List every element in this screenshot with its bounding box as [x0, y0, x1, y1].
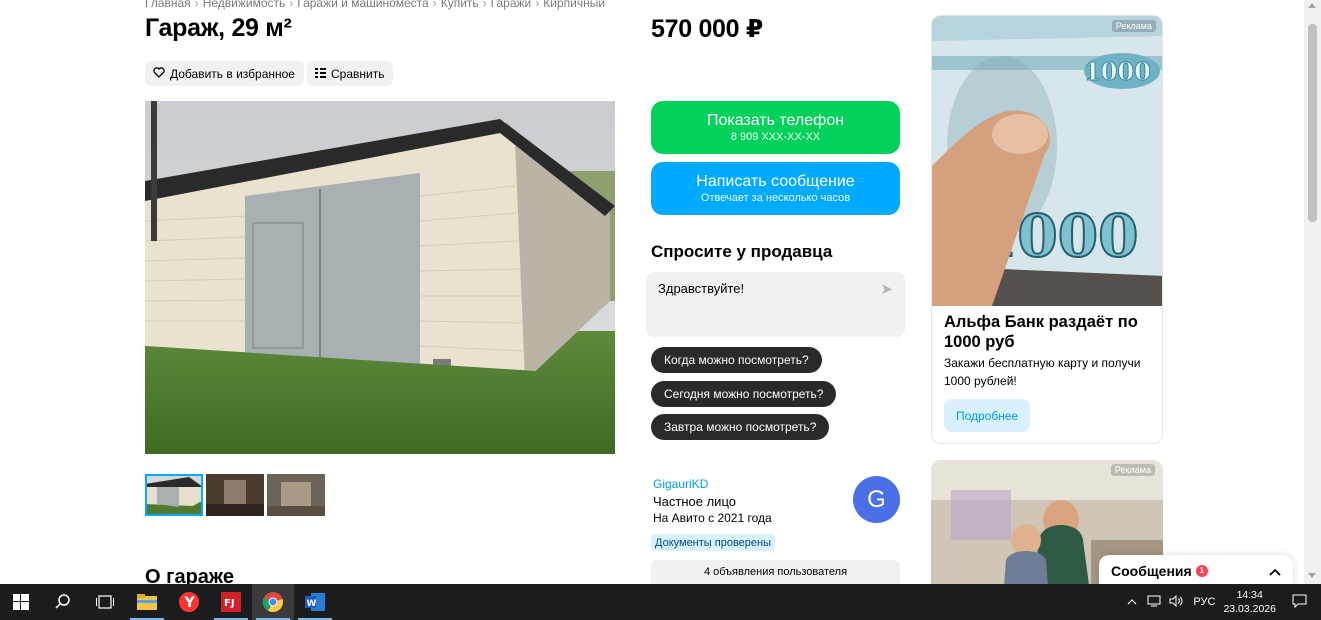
file-explorer-icon[interactable]	[126, 584, 168, 620]
svg-text:1000: 1000	[1084, 57, 1151, 86]
system-tray: РУС 14:34 23.03.2026	[1127, 584, 1321, 620]
breadcrumb-item-garages[interactable]: Гаражи и машиноместа	[297, 0, 428, 10]
seller-since: На Авито с 2021 года	[653, 511, 772, 525]
ad-label: Реклама	[1111, 20, 1156, 32]
compare-icon	[315, 67, 326, 81]
send-icon[interactable]: ➤	[880, 280, 893, 298]
ad-text: Закажи бесплатную карту и получи 1000 ру…	[944, 356, 1141, 388]
breadcrumb: Главная › Недвижимость › Гаражи и машиномест…	[145, 0, 605, 10]
svg-text:FJ: FJ	[224, 598, 235, 609]
page-scrollbar[interactable]	[1304, 0, 1321, 584]
heart-icon	[153, 66, 165, 81]
ad-title: Альфа Банк раздаёт по 1000 руб	[944, 313, 1138, 351]
language-indicator[interactable]: РУС	[1193, 596, 1215, 608]
word-icon[interactable]: W	[294, 584, 336, 620]
write-message-label: Написать сообщение	[696, 173, 855, 190]
add-favorite-button[interactable]: Добавить в избранное	[145, 61, 304, 86]
windows-start-icon[interactable]	[0, 584, 42, 620]
add-favorite-label: Добавить в избранное	[170, 66, 295, 81]
search-icon[interactable]	[42, 584, 84, 620]
about-heading: О гараже	[145, 566, 234, 584]
photo-thumbnails	[145, 474, 325, 516]
ad-image: 1000 1000 Реклама	[932, 16, 1162, 306]
show-phone-button[interactable]: Показать телефон 8 909 XXX-XX-XX	[651, 101, 900, 154]
main-photo[interactable]	[145, 101, 615, 454]
ask-seller-heading: Спросите у продавца	[651, 242, 833, 261]
chevron-up-tray-icon[interactable]	[1127, 596, 1137, 608]
write-message-button[interactable]: Написать сообщение Отвечает за несколько…	[651, 162, 900, 215]
scroll-thumb[interactable]	[1308, 24, 1317, 222]
breadcrumb-item-brick[interactable]: Кирпичный	[543, 0, 605, 10]
volume-icon[interactable]	[1169, 594, 1183, 610]
network-icon[interactable]	[1147, 595, 1161, 610]
browser-page: Главная › Недвижимость › Гаражи и машиномест…	[0, 0, 1321, 584]
clock[interactable]: 14:34 23.03.2026	[1223, 588, 1276, 616]
page-title: Гараж, 29 м²	[145, 14, 292, 42]
task-view-icon[interactable]	[84, 584, 126, 620]
seller-ads-button[interactable]: 4 объявления пользователя	[651, 560, 900, 584]
breadcrumb-item-realty[interactable]: Недвижимость	[203, 0, 286, 10]
svg-text:W: W	[307, 599, 317, 609]
quick-question-tomorrow[interactable]: Завтра можно посмотреть?	[651, 414, 830, 440]
ad-card-alfa[interactable]: 1000 1000 Реклама Альфа Банк раздаёт по …	[931, 15, 1163, 444]
documents-verified-badge: Документы проверены	[651, 534, 776, 551]
yandex-browser-icon[interactable]: Y	[168, 584, 210, 620]
scroll-up-arrow-icon[interactable]	[1308, 3, 1316, 8]
messages-widget[interactable]: Сообщения 1	[1099, 555, 1293, 584]
ask-seller-text: Здравствуйте!	[658, 281, 745, 296]
fj-app-icon[interactable]: FJ	[210, 584, 252, 620]
messages-label: Сообщения	[1111, 562, 1192, 579]
scroll-down-arrow-icon[interactable]	[1308, 573, 1316, 578]
listing-price: 570 000 ₽	[651, 15, 764, 43]
seller-type: Частное лицо	[653, 494, 736, 509]
thumbnail-1[interactable]	[145, 474, 203, 516]
show-phone-label: Показать телефон	[706, 112, 845, 129]
ad-more-button[interactable]: Подробнее	[944, 399, 1031, 432]
quick-question-today[interactable]: Сегодня можно посмотреть?	[651, 381, 837, 407]
thumbnail-2[interactable]	[206, 474, 264, 516]
ask-seller-input[interactable]: Здравствуйте! ➤	[646, 272, 905, 337]
quick-question-when[interactable]: Когда можно посмотреть?	[651, 347, 822, 373]
phone-masked: 8 909 XXX-XX-XX	[730, 131, 821, 143]
compare-label: Сравнить	[331, 66, 385, 81]
clock-date: 23.03.2026	[1223, 603, 1276, 615]
breadcrumb-item-home[interactable]: Главная	[145, 0, 191, 10]
chrome-icon[interactable]	[252, 584, 294, 620]
windows-taskbar: Y FJ W РУС 14:34 23.03.2026	[0, 584, 1321, 620]
thumbnail-3[interactable]	[267, 474, 325, 516]
response-time: Отвечает за несколько часов	[700, 192, 851, 204]
ad-label-2: Реклама	[1110, 464, 1155, 476]
clock-time: 14:34	[1236, 589, 1263, 601]
seller-name-link[interactable]: GigauriKD	[653, 477, 708, 491]
compare-button[interactable]: Сравнить	[307, 61, 394, 86]
chevron-up-icon[interactable]	[1269, 563, 1281, 579]
avatar[interactable]: G	[853, 476, 900, 523]
unread-badge: 1	[1195, 564, 1208, 577]
svg-text:Y: Y	[184, 595, 196, 611]
notifications-icon[interactable]	[1292, 594, 1307, 611]
breadcrumb-item-buy[interactable]: Купить	[441, 0, 479, 10]
breadcrumb-item-garage-type[interactable]: Гаражи	[491, 0, 532, 10]
